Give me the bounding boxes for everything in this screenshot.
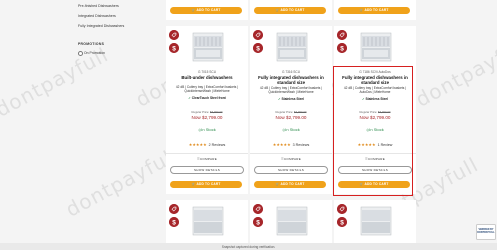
product-feature: ✓ Stainless Steel	[361, 97, 389, 101]
add-to-cart-button[interactable]: ADD TO CART	[338, 7, 410, 14]
dishwasher-image[interactable]	[190, 206, 226, 236]
product-card: $	[250, 200, 332, 243]
product-description: 42 dB | Cutlery tray | ExtraComfort bask…	[175, 85, 239, 94]
divider	[250, 153, 332, 154]
promotions-heading: PROMOTIONS	[78, 42, 105, 46]
model-number: G 7316 SCU	[281, 70, 301, 74]
rating[interactable]: ★★★★★ 2 Reviews	[166, 142, 248, 147]
svg-text:$: $	[340, 45, 344, 52]
dishwasher-image[interactable]	[358, 32, 394, 62]
regular-price: Regular Price: $3,000.00	[359, 110, 391, 114]
promo-tag-icon	[169, 204, 179, 214]
product-card: $ G 7015 SCU Built-under dishwashers 42 …	[166, 26, 248, 194]
product-card: $ G 7186 SCVi AutoDos Fully integrated d…	[334, 26, 416, 194]
product-title[interactable]: Fully integrated dishwashers in standard…	[254, 75, 328, 85]
product-description: 42 dB | Cutlery tray | ExtraComfort bask…	[343, 86, 407, 95]
dollar-icon: $	[337, 43, 347, 53]
sale-price: Now $2,799.00	[275, 115, 307, 120]
dishwasher-image[interactable]	[274, 32, 310, 62]
svg-text:$: $	[172, 219, 176, 226]
product-title[interactable]: Fully integrated dishwashers in standard…	[338, 75, 412, 85]
product-card-top-3: ADD TO CART	[334, 0, 416, 20]
verified-badge-text: VERIFIED BY DONTPAYFULL	[477, 228, 495, 234]
dishwasher-image[interactable]	[274, 206, 310, 236]
promo-tag-icon	[337, 204, 347, 214]
regular-price: Regular Price: $3,000.00	[191, 110, 223, 114]
dollar-icon: $	[253, 217, 263, 227]
rating-stars: ★★★★★	[272, 142, 291, 147]
verified-badge: VERIFIED BY DONTPAYFULL	[476, 224, 496, 240]
promo-tag-icon	[253, 204, 263, 214]
rating[interactable]: ★★★★★ 1 Review	[334, 142, 416, 147]
svg-text:$: $	[256, 45, 260, 52]
review-count[interactable]: 3 Reviews	[293, 143, 310, 147]
dishwasher-image[interactable]	[190, 32, 226, 62]
compare-checkbox[interactable]: COMPARE	[334, 157, 416, 161]
review-count[interactable]: 1 Review	[378, 143, 393, 147]
dollar-icon: $	[337, 217, 347, 227]
check-icon: ✓	[361, 97, 365, 101]
rating-stars: ★★★★★	[357, 142, 376, 147]
promotion-radio[interactable]	[78, 51, 83, 56]
compare-checkbox[interactable]: COMPARE	[166, 157, 248, 161]
add-to-cart-button[interactable]: ADD TO CART	[170, 7, 242, 14]
dollar-icon: $	[169, 43, 179, 53]
check-icon: ✓	[277, 97, 281, 101]
check-icon: ✓	[188, 96, 191, 100]
rating[interactable]: ★★★★★ 3 Reviews	[250, 142, 332, 147]
product-feature: ✓ ClearTouch Steel front	[188, 96, 226, 100]
stock-status: In Stock	[250, 127, 332, 132]
product-card-top-1: ADD TO CART	[166, 0, 248, 20]
show-details-button[interactable]: SHOW DETAILS	[254, 166, 328, 174]
divider	[166, 153, 248, 154]
watermark: dontpayfull	[61, 142, 183, 222]
stock-status: In Stock	[166, 127, 248, 132]
promo-tag-icon	[169, 30, 179, 40]
promotion-radio-label[interactable]: On Promotion	[84, 51, 105, 55]
sale-price: Now $2,799.00	[191, 115, 223, 120]
dollar-icon: $	[169, 217, 179, 227]
footer-text: Snapshot captured during verification.	[221, 244, 276, 249]
model-number: G 7186 SCVi AutoDos	[359, 70, 391, 74]
add-to-cart-button[interactable]: ADD TO CART	[254, 181, 326, 188]
regular-price: Regular Price: $3,000.00	[275, 110, 307, 114]
svg-text:$: $	[172, 45, 176, 52]
svg-text:$: $	[340, 219, 344, 226]
product-card-top-2: ADD TO CART	[250, 0, 332, 20]
stock-status: In Stock	[334, 127, 416, 132]
filter-integrated[interactable]: Integrated Dishwashers	[78, 14, 116, 18]
product-card: $	[334, 200, 416, 243]
promo-tag-icon	[253, 30, 263, 40]
product-title[interactable]: Built-under dishwashers	[170, 75, 244, 80]
filter-fully-integrated[interactable]: Fully Integrated Dishwashers	[78, 24, 124, 28]
watermark: dontpayfull	[411, 32, 497, 112]
add-to-cart-button[interactable]: ADD TO CART	[170, 181, 242, 188]
promo-tag-icon	[337, 30, 347, 40]
footer: Snapshot captured during verification.	[0, 243, 497, 250]
filter-pre-finished[interactable]: Pre-finished Dishwashers	[78, 4, 119, 8]
product-card: $	[166, 200, 248, 243]
show-details-button[interactable]: SHOW DETAILS	[338, 166, 412, 174]
product-card: $ G 7316 SCU Fully integrated dishwasher…	[250, 26, 332, 194]
model-number: G 7015 SCU	[197, 70, 217, 74]
sale-price: Now $2,799.00	[359, 115, 391, 120]
divider	[334, 153, 416, 154]
page: dontpayfull dontpayfull dontpayfull dont…	[0, 0, 497, 250]
product-feature: ✓ Stainless Steel	[277, 97, 305, 101]
add-to-cart-button[interactable]: ADD TO CART	[338, 181, 410, 188]
compare-checkbox[interactable]: COMPARE	[250, 157, 332, 161]
dishwasher-image[interactable]	[358, 206, 394, 236]
dollar-icon: $	[253, 43, 263, 53]
rating-stars: ★★★★★	[188, 142, 207, 147]
svg-text:$: $	[256, 219, 260, 226]
add-to-cart-button[interactable]: ADD TO CART	[254, 7, 326, 14]
product-description: 42 dB | Cutlery tray | ExtraComfort bask…	[259, 86, 323, 95]
review-count[interactable]: 2 Reviews	[209, 143, 226, 147]
show-details-button[interactable]: SHOW DETAILS	[170, 166, 244, 174]
